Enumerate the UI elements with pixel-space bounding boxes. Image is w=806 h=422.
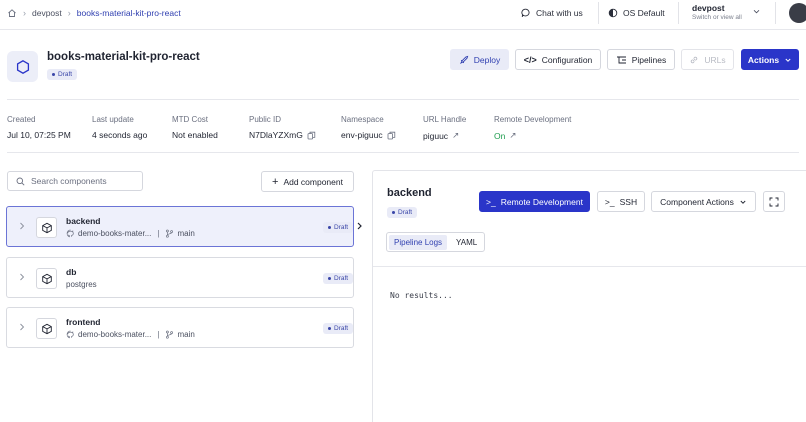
chevron-right-icon: › [23,8,26,18]
component-branch: main [177,330,195,339]
actions-button[interactable]: Actions [741,49,799,70]
component-name: backend [66,216,101,226]
component-branch: main [177,229,195,238]
component-name: db [66,267,77,277]
chevron-down-icon [739,198,747,206]
component-item-db[interactable]: db postgres Draft [6,257,354,298]
meta-namespace: Namespace env-piguuc [341,115,396,140]
app-hexagon-icon [7,51,38,82]
urls-button[interactable]: URLs [681,49,734,70]
status-badge: Draft [387,206,418,218]
external-link-icon[interactable]: ↗ [509,130,516,141]
status-badge: Draft [323,221,354,233]
rocket-icon [459,55,469,65]
deploy-button[interactable]: Deploy [450,49,509,70]
github-icon [66,229,75,238]
divider [7,99,799,100]
chevron-down-icon [784,56,792,64]
account-name: devpost [692,3,725,13]
status-badge: Draft [323,322,354,334]
link-icon [689,55,699,65]
pipelines-button[interactable]: Pipelines [607,49,675,70]
cube-icon [36,318,57,339]
chevron-right-icon[interactable] [18,221,26,231]
tab-yaml[interactable]: YAML [451,235,482,250]
status-badge: Draft [323,272,354,284]
status-badge: Draft [47,68,78,80]
contrast-icon [608,8,618,18]
chevron-down-icon [752,7,761,16]
logs-empty-text: No results... [390,291,453,300]
divider [598,2,599,24]
component-repo: demo-books-mater... [78,330,152,339]
expand-icon [769,197,779,207]
expand-button[interactable] [763,191,785,212]
component-repo: postgres [66,280,97,289]
search-icon [16,177,25,186]
page-title: books-material-kit-pro-react [47,51,200,63]
component-repo: demo-books-mater... [78,229,152,238]
copy-icon[interactable] [387,131,396,140]
meta-url-handle: URL Handle piguuc ↗ [423,115,467,141]
chevron-right-icon[interactable] [18,272,26,282]
cube-icon [36,217,57,238]
chevron-right-icon: › [67,8,71,18]
pipeline-icon [616,55,627,65]
add-component-button[interactable]: + Add component [261,171,354,192]
home-icon[interactable] [7,8,17,18]
ssh-button[interactable]: >_ SSH [597,191,645,212]
search-components-input[interactable]: Search components [7,171,143,191]
theme-toggle[interactable]: OS Default [608,0,665,26]
component-actions-button[interactable]: Component Actions [651,191,756,212]
chevron-right-icon [356,221,363,231]
branch-icon [165,229,174,238]
breadcrumb: › devpost › books-material-kit-pro-react [7,0,181,26]
chevron-right-icon[interactable] [18,322,26,332]
account-subtitle: Switch or view all [692,14,742,21]
code-icon: </> [523,54,537,65]
terminal-icon: >_ [486,196,496,207]
detail-tabs: Pipeline Logs YAML [386,232,486,252]
divider [678,2,679,24]
meta-mtd-cost: MTD Cost Not enabled [172,115,218,140]
chat-button[interactable]: Chat with us [521,0,583,26]
chat-bubble-icon [521,8,531,18]
terminal-icon: >_ [604,196,615,207]
avatar[interactable] [789,3,806,23]
external-link-icon[interactable]: ↗ [452,130,459,141]
meta-created: Created Jul 10, 07:25 PM [7,115,71,140]
tab-pipeline-logs[interactable]: Pipeline Logs [389,234,448,250]
copy-icon[interactable] [307,131,316,140]
branch-icon [165,330,174,339]
github-icon [66,330,75,339]
detail-title: backend [387,187,432,199]
divider [7,152,799,153]
component-item-backend[interactable]: backend demo-books-mater... | main Draft [6,206,354,247]
top-bar: › devpost › books-material-kit-pro-react… [0,0,806,30]
divider [775,2,776,24]
meta-public-id: Public ID N7DlaYZXmG [249,115,316,140]
plus-icon: + [272,175,279,188]
breadcrumb-item-org[interactable]: devpost [32,8,62,18]
breadcrumb-item-app[interactable]: books-material-kit-pro-react [77,8,181,18]
component-item-frontend[interactable]: frontend demo-books-mater... | main Draf… [6,307,354,348]
cube-icon [36,268,57,289]
component-name: frontend [66,317,101,327]
meta-remote-development: Remote Development On ↗ [494,115,572,141]
configuration-button[interactable]: </> Configuration [515,49,601,70]
divider [373,266,806,267]
meta-last-update: Last update 4 seconds ago [92,115,148,140]
remote-development-button[interactable]: >_ Remote Development [479,191,590,212]
